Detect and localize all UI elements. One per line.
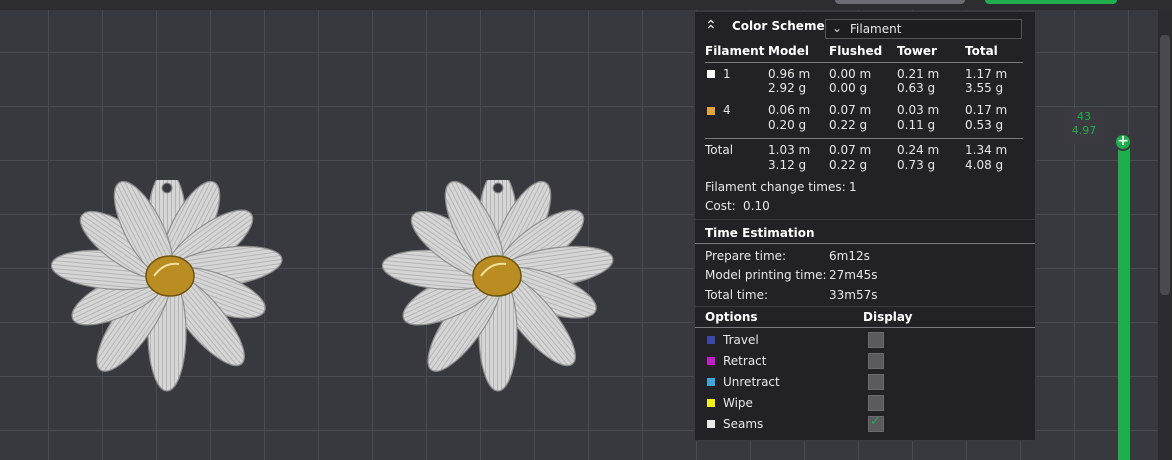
options-header: Options: [705, 310, 758, 324]
cell-tower-length: 0.21 m: [897, 67, 940, 81]
scrollbar-thumb[interactable]: [1160, 35, 1170, 295]
cell-model-length: 0.96 m: [768, 67, 811, 81]
daisy-model-left[interactable]: [14, 180, 320, 392]
layer-slider-label: 43 4.97: [1064, 108, 1104, 144]
daisy-model-right[interactable]: [346, 180, 636, 392]
plus-icon[interactable]: +: [1114, 133, 1132, 151]
cell-flushed-weight: 0.22 g: [829, 118, 868, 132]
option-label: Retract: [723, 354, 767, 368]
col-header-model: Model: [768, 44, 810, 58]
cell-tower-weight: 0.11 g: [897, 118, 936, 132]
filament-change-value: 1: [849, 180, 857, 194]
divider: [695, 306, 1035, 307]
retract-display-checkbox[interactable]: [868, 353, 884, 369]
col-header-filament: Filament: [705, 44, 765, 58]
total-flushed-weight: 0.22 g: [829, 158, 868, 172]
cell-total-length: 1.17 m: [965, 67, 1008, 81]
total-total-length: 1.34 m: [965, 143, 1008, 157]
option-label: Travel: [723, 333, 759, 347]
color-scheme-label: Color Scheme: [732, 19, 825, 33]
cell-model-length: 0.06 m: [768, 103, 811, 117]
col-header-total: Total: [965, 44, 998, 58]
cell-total-weight: 3.55 g: [965, 81, 1004, 95]
seams-display-checkbox[interactable]: ✓: [868, 414, 884, 432]
filament-color-swatch: [707, 70, 715, 78]
total-flushed-length: 0.07 m: [829, 143, 872, 157]
option-label: Unretract: [723, 375, 780, 389]
wipe-display-checkbox[interactable]: [868, 395, 884, 411]
travel-color-swatch: [707, 336, 715, 344]
total-model-length: 1.03 m: [768, 143, 811, 157]
cell-tower-weight: 0.63 g: [897, 81, 936, 95]
layer-height: 4.97: [1071, 124, 1097, 137]
retract-color-swatch: [707, 357, 715, 365]
cell-flushed-length: 0.07 m: [829, 103, 872, 117]
chevron-down-icon: ⌄: [832, 21, 843, 35]
wipe-color-swatch: [707, 399, 715, 407]
total-time-value: 33m57s: [829, 288, 878, 302]
display-header: Display: [863, 310, 913, 324]
cell-total-weight: 0.53 g: [965, 118, 1004, 132]
prepare-time-label: Prepare time:: [705, 249, 787, 263]
prepare-time-value: 6m12s: [829, 249, 870, 263]
divider: [705, 138, 1023, 139]
total-model-weight: 3.12 g: [768, 158, 807, 172]
model-printing-time-value: 27m45s: [829, 268, 878, 282]
model-printing-time-label: Model printing time:: [705, 268, 827, 282]
color-scheme-dropdown[interactable]: ⌄ Filament: [825, 19, 1022, 39]
vertical-scrollbar[interactable]: [1158, 10, 1172, 460]
total-total-weight: 4.08 g: [965, 158, 1004, 172]
unretract-display-checkbox[interactable]: [868, 374, 884, 390]
double-chevron-up-icon[interactable]: ⌃: [705, 23, 717, 39]
time-estimation-title: Time Estimation: [705, 226, 815, 240]
filament-color-swatch: [707, 107, 715, 115]
divider: [695, 327, 1035, 328]
option-label: Wipe: [723, 396, 753, 410]
unretract-color-swatch: [707, 378, 715, 386]
total-tower-length: 0.24 m: [897, 143, 940, 157]
cell-flushed-length: 0.00 m: [829, 67, 872, 81]
layer-number: 43: [1077, 110, 1091, 123]
gcode-statistics-panel: ⌃ ⌃ Color Scheme ⌄ Filament Filament Mod…: [694, 11, 1036, 441]
divider: [705, 62, 1023, 63]
cell-model-weight: 0.20 g: [768, 118, 807, 132]
total-row-label: Total: [705, 143, 734, 157]
option-label: Seams: [723, 417, 764, 431]
col-header-flushed: Flushed: [829, 44, 883, 58]
cost-value: 0.10: [743, 199, 770, 213]
seams-color-swatch: [707, 420, 715, 428]
filament-change-label: Filament change times:: [705, 180, 846, 194]
total-tower-weight: 0.73 g: [897, 158, 936, 172]
layer-slider-track[interactable]: [1118, 140, 1130, 460]
toolbar-tab-active[interactable]: [985, 0, 1117, 4]
filament-id: 4: [723, 103, 731, 117]
cell-flushed-weight: 0.00 g: [829, 81, 868, 95]
divider: [695, 243, 1035, 244]
col-header-tower: Tower: [897, 44, 937, 58]
total-time-label: Total time:: [705, 288, 768, 302]
cost-label: Cost:: [705, 199, 736, 213]
cell-total-length: 0.17 m: [965, 103, 1008, 117]
cell-tower-length: 0.03 m: [897, 103, 940, 117]
cell-model-weight: 2.92 g: [768, 81, 807, 95]
divider: [695, 219, 1035, 220]
checkmark-icon: ✓: [870, 414, 881, 429]
filament-id: 1: [723, 67, 731, 81]
travel-display-checkbox[interactable]: [868, 332, 884, 348]
color-scheme-value: Filament: [850, 22, 902, 36]
toolbar-tab[interactable]: [835, 0, 965, 4]
